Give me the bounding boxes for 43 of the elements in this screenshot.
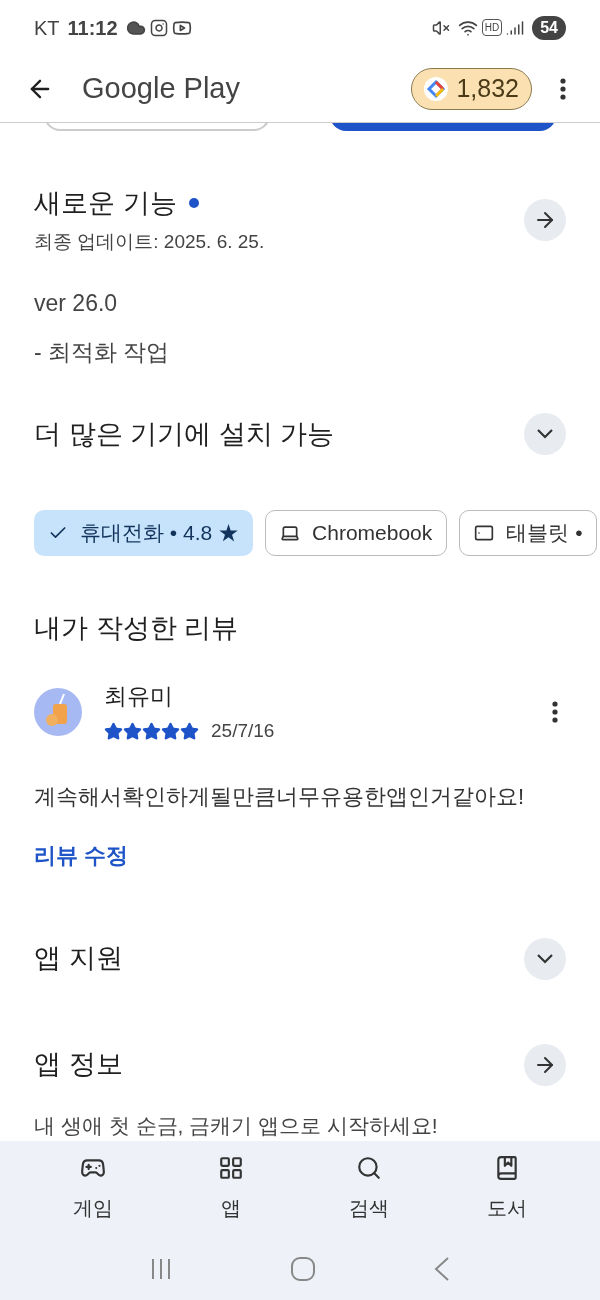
book-icon — [494, 1155, 520, 1182]
search-icon — [356, 1155, 382, 1182]
nav-tab[interactable]: 도서 — [462, 1155, 552, 1224]
more-icon — [552, 701, 558, 724]
expand-button[interactable] — [524, 937, 566, 980]
app-title: Google Play — [82, 71, 240, 107]
avatar — [34, 688, 82, 737]
arrow-button[interactable] — [524, 1043, 566, 1086]
expand-button[interactable] — [524, 413, 566, 456]
device-chip[interactable]: 휴대전화 • 4.8 ★ — [34, 510, 254, 557]
update-date: 최종 업데이트: 2025. 6. 25. — [34, 229, 266, 254]
device-chip[interactable]: Chromebook — [265, 510, 448, 557]
release-note: ver 26.0 — [34, 289, 119, 319]
nav-tab[interactable]: 앱 — [186, 1155, 276, 1224]
tablet-icon — [474, 523, 495, 544]
signal-icon — [506, 18, 525, 37]
release-note: - 최적화 작업 — [34, 337, 171, 367]
nav-tab[interactable]: 검색 — [324, 1155, 414, 1224]
hd-icon: HD — [481, 19, 503, 37]
mute-icon — [431, 18, 450, 37]
review-text: 계속해서확인하게될만큼너무유용한앱인거같아요! — [34, 782, 526, 811]
section-title: 앱 정보 — [34, 1048, 124, 1082]
section-title: 앱 지원 — [34, 942, 124, 976]
arrow-button[interactable] — [524, 198, 566, 241]
more-icon — [560, 78, 566, 101]
edit-review-link[interactable]: 리뷰 수정 — [34, 838, 566, 872]
more-options-button[interactable] — [560, 78, 566, 101]
battery-indicator: 54 — [532, 15, 566, 40]
device-chip[interactable]: 태블릿 • — [459, 510, 598, 557]
clock: 11:12 — [67, 15, 118, 41]
section-title: 더 많은 기기에 설치 가능 — [34, 417, 335, 451]
carrier: KT — [34, 15, 60, 41]
diamond-icon — [424, 77, 449, 102]
more-options-button[interactable] — [552, 701, 558, 724]
nav-tab[interactable]: 게임 — [48, 1155, 138, 1224]
section-title: 내가 작성한 리뷰 — [34, 612, 239, 646]
home-icon[interactable] — [290, 1255, 316, 1282]
app-description: 내 생애 첫 순금, 금캐기 앱으로 시작하세요! — [34, 1112, 439, 1139]
reviewer-name: 최유미 — [104, 681, 174, 711]
points-badge[interactable]: 1,832 — [411, 68, 532, 111]
grid-icon — [218, 1155, 244, 1182]
section-title: 새로운 기능 — [34, 187, 177, 221]
review-date: 25/7/16 — [211, 719, 275, 744]
